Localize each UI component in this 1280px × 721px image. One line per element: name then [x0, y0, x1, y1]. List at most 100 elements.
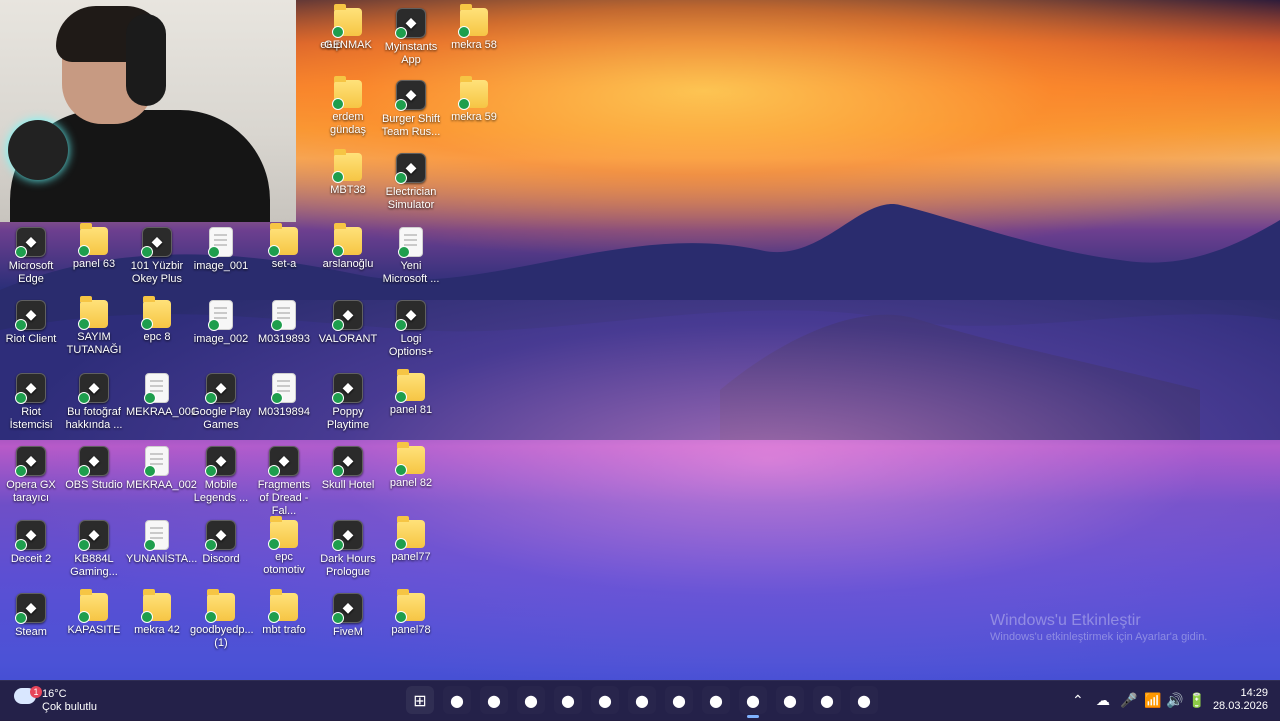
desktop-icon-label: Discord	[202, 553, 240, 565]
battery-icon[interactable]: 🔋	[1188, 692, 1205, 709]
taskbar-app-edge[interactable]: ●	[480, 686, 508, 714]
desktop-icon[interactable]: ◆ Google Play Games	[190, 373, 252, 432]
taskbar-app-file-explorer[interactable]: ●	[517, 686, 545, 714]
desktop-icon[interactable]: ◆ Fragments of Dread - Fal...	[253, 446, 315, 518]
desktop-icon[interactable]: ◆ Discord	[190, 520, 252, 566]
folder-icon	[78, 296, 108, 330]
folder-icon	[332, 149, 362, 183]
desktop-icon[interactable]: ◆ Riot Client	[0, 300, 62, 346]
sync-status-icon	[78, 318, 90, 330]
taskbar-app-league[interactable]: ●	[850, 686, 878, 714]
desktop-icon[interactable]: ◆ VALORANT	[317, 300, 379, 346]
taskbar-app-outlook[interactable]: ●	[554, 686, 582, 714]
desktop-icon[interactable]: MEKRAA_002	[126, 446, 197, 492]
sync-status-icon	[332, 392, 344, 404]
desktop-icon[interactable]: ◆ KB884L Gaming...	[63, 520, 125, 579]
app-icon: ◆	[15, 520, 46, 551]
desktop-icon[interactable]: Yeni Microsoft ...	[380, 227, 442, 286]
desktop-icon-label: FiveM	[333, 626, 363, 638]
taskbar-app-riot[interactable]: ●	[813, 686, 841, 714]
desktop-icon-label: 101 Yüzbir Okey Plus	[130, 260, 184, 285]
desktop-icon[interactable]: ◆ Riot İstemcisi	[0, 373, 62, 432]
desktop-icon[interactable]: mekra 42	[126, 589, 188, 637]
desktop-icon[interactable]: ◆ Steam	[0, 593, 62, 639]
desktop-icon[interactable]: ◆ 101 Yüzbir Okey Plus	[126, 227, 188, 286]
sync-status-icon	[332, 26, 344, 38]
app-icon: ◆	[15, 227, 46, 258]
desktop-icon[interactable]: mbt trafo	[253, 589, 315, 637]
desktop-icon[interactable]: YUNANİSTA...	[126, 520, 197, 566]
desktop-icon[interactable]: goodbyedp... (1)	[190, 589, 254, 650]
speaker-icon[interactable]: 🔊	[1166, 692, 1183, 709]
app-icon: ◆	[395, 153, 426, 184]
desktop-icon-label: mekra 59	[451, 111, 497, 123]
desktop-icon-label: M0319893	[258, 333, 310, 345]
taskbar-app-gaming-mouse[interactable]: ●	[702, 686, 730, 714]
desktop-icon[interactable]: panel78	[380, 589, 442, 637]
desktop-icon[interactable]: ◆ Microsoft Edge	[0, 227, 62, 286]
desktop-icon[interactable]: ◆ Deceit 2	[0, 520, 62, 566]
desktop-icon[interactable]: ◆ Logi Options+	[380, 300, 442, 359]
desktop-icon[interactable]: panel 63	[63, 223, 125, 271]
app-icon: ◆	[395, 300, 426, 331]
desktop-icon[interactable]: panel 81	[380, 369, 442, 417]
desktop-icon[interactable]: M0319893	[253, 300, 315, 346]
desktop-icon[interactable]: mekra 59	[443, 76, 505, 124]
desktop-icon[interactable]: ◆ Burger Shift Team Rus...	[380, 80, 442, 139]
mouse-icon: ●	[709, 690, 723, 710]
wifi-icon[interactable]: 📶	[1144, 692, 1161, 709]
desktop-icon[interactable]: KAPASITE	[63, 589, 125, 637]
sync-status-icon	[332, 465, 344, 477]
taskbar-app-steam[interactable]: ●	[776, 686, 804, 714]
desktop-icon[interactable]: M0319894	[253, 373, 315, 419]
desktop-icon[interactable]: mekra 58	[443, 4, 505, 52]
desktop-icon[interactable]: ◆ Myinstants App	[380, 8, 442, 67]
onedrive-icon[interactable]: ☁	[1096, 692, 1110, 709]
desktop-icon[interactable]: MBT38	[317, 149, 379, 197]
desktop-icon[interactable]: GENMAK	[317, 4, 379, 52]
desktop-icon[interactable]: set-a	[253, 223, 315, 271]
desktop-icon-label: Bu fotoğraf hakkında ...	[65, 406, 123, 431]
chevron-up-icon[interactable]: ⌃	[1072, 692, 1084, 709]
taskbar-app-obs[interactable]: ●	[739, 686, 767, 718]
desktop-icon[interactable]: panel 82	[380, 442, 442, 490]
desktop-icon[interactable]: epc otomotiv	[253, 516, 315, 577]
desktop-icon[interactable]: ◆ Skull Hotel	[317, 446, 379, 492]
desktop-icon[interactable]: panel77	[380, 516, 442, 564]
desktop-icon[interactable]: image_001	[190, 227, 252, 273]
document-icon	[398, 227, 423, 258]
taskbar-app-start[interactable]: ⊞	[406, 686, 434, 714]
desktop-icon-label: Opera GX tarayıcı	[6, 479, 56, 504]
desktop-icon[interactable]: ◆ Poppy Playtime	[317, 373, 379, 432]
desktop-icon-label: Deceit 2	[10, 553, 52, 565]
desktop-icon-label: MEKRAA_002	[126, 479, 197, 491]
desktop-icon[interactable]: MEKRAA_001	[126, 373, 197, 419]
sync-status-icon	[141, 246, 153, 258]
app-icon: ◆	[15, 446, 46, 477]
clock[interactable]: 14:29 28.03.2026	[1213, 687, 1268, 713]
document-icon	[271, 373, 296, 404]
taskbar-app-task-view[interactable]: ●	[443, 686, 471, 714]
weather-widget[interactable]: 1 16°C Çok bulutlu	[14, 686, 134, 716]
desktop-icon[interactable]: SAYIM TUTANAĞI	[63, 296, 125, 357]
desktop-icon[interactable]: erdem gündaş	[317, 76, 379, 137]
desktop-icon[interactable]: arslanoğlu	[317, 223, 379, 271]
desktop-icon-label: Electrician Simulator	[385, 186, 437, 211]
document-icon	[208, 227, 233, 258]
desktop-icon[interactable]: ◆ Opera GX tarayıcı	[0, 446, 62, 505]
desktop-icon[interactable]: ◆ Electrician Simulator	[380, 153, 442, 212]
taskbar-app-x[interactable]: ●	[665, 686, 693, 714]
desktop-icon-label: Google Play Games	[191, 406, 251, 431]
desktop-icon[interactable]: ◆ Bu fotoğraf hakkında ...	[63, 373, 125, 432]
taskbar-app-chrome[interactable]: ●	[591, 686, 619, 714]
desktop-icon[interactable]: ◆ OBS Studio	[63, 446, 125, 492]
desktop-icon[interactable]: ◆ Mobile Legends ...	[190, 446, 252, 505]
desktop-icon[interactable]: epc 8	[126, 296, 188, 344]
desktop-icon[interactable]: image_002	[190, 300, 252, 346]
desktop-icon[interactable]: ◆ Dark Hours Prologue	[317, 520, 379, 579]
taskbar-app-teams[interactable]: ●	[628, 686, 656, 714]
clock-time: 14:29	[1240, 687, 1268, 699]
desktop-icon-label: Skull Hotel	[321, 479, 375, 491]
microphone-icon[interactable]: 🎤	[1120, 692, 1137, 709]
desktop-icon[interactable]: ◆ FiveM	[317, 593, 379, 639]
